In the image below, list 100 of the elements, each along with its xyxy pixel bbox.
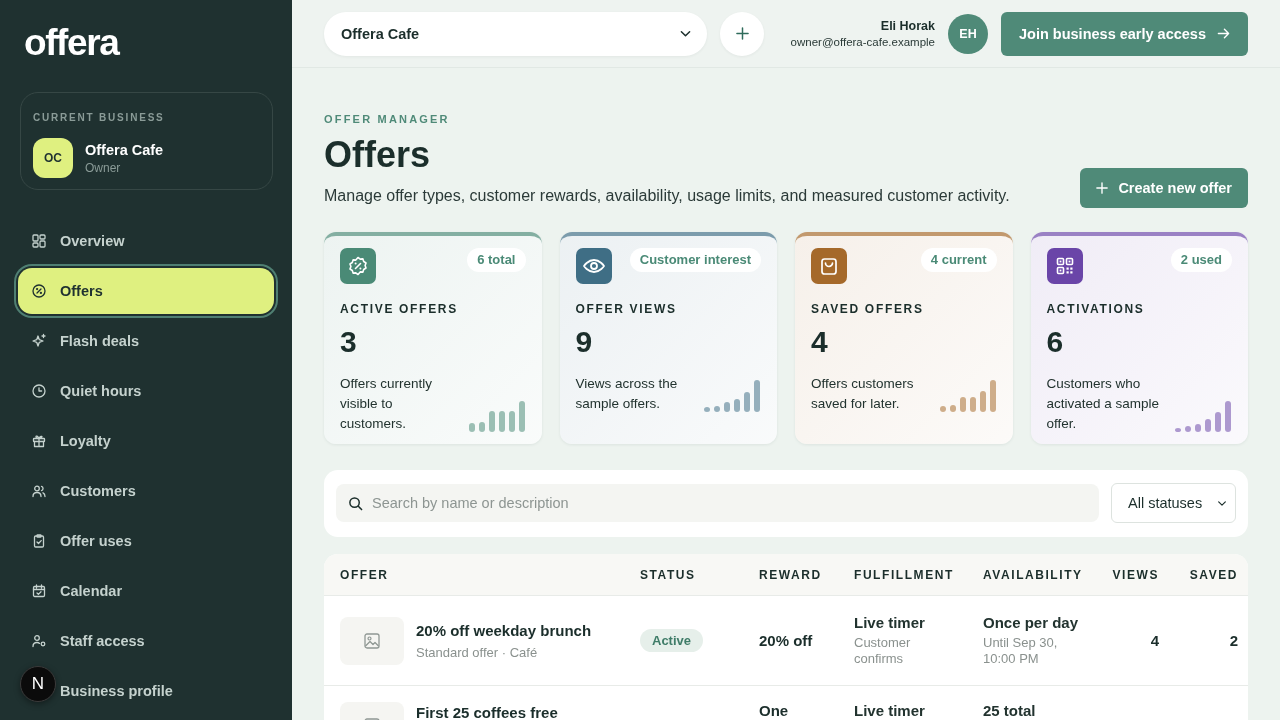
column-header: AVAILABILITY bbox=[983, 567, 1083, 582]
column-header: REWARD bbox=[759, 567, 822, 582]
fulfillment-note: Customer confirms bbox=[854, 635, 912, 667]
stat-value: 6 bbox=[1046, 326, 1064, 358]
activity-bar bbox=[1225, 401, 1231, 432]
page-title: Offers bbox=[324, 133, 431, 177]
activity-bar bbox=[724, 402, 730, 412]
plus-icon bbox=[1096, 182, 1109, 194]
stat-description: Customers who activated a sample offer. bbox=[1046, 375, 1161, 433]
stat-badge: 6 total bbox=[467, 248, 526, 272]
image-icon bbox=[363, 631, 381, 650]
stat-description: Offers currently visible to customers. bbox=[340, 375, 434, 433]
nav-item[interactable]: Calendar bbox=[18, 568, 274, 614]
activity-bar bbox=[518, 401, 525, 432]
nav-item[interactable]: Customers bbox=[18, 468, 274, 514]
business-name: Offera Cafe bbox=[85, 141, 164, 158]
reward-text: One bbox=[759, 702, 789, 719]
business-avatar: OC bbox=[33, 138, 73, 178]
column-header: STATUS bbox=[640, 567, 696, 582]
offer-title[interactable]: 20% off weekday brunch bbox=[416, 621, 592, 639]
stat-label: ACTIVE OFFERS bbox=[340, 302, 458, 316]
views-count: 4 bbox=[1150, 632, 1159, 649]
column-header: OFFER bbox=[340, 567, 389, 582]
stat-description: Offers customers saved for later. bbox=[811, 375, 915, 413]
activity-bar bbox=[468, 423, 475, 432]
nav-item[interactable]: Overview bbox=[18, 218, 274, 264]
plus-icon bbox=[735, 27, 749, 40]
chevron-down-icon bbox=[680, 29, 691, 38]
reward-text: 20% off bbox=[759, 632, 813, 649]
activity-bar bbox=[478, 422, 485, 432]
clock-icon bbox=[31, 383, 47, 399]
saved-count: 2 bbox=[1229, 632, 1238, 649]
column-header: SAVED bbox=[1189, 567, 1238, 582]
availability-note: Until Sep 30, 10:00 PM bbox=[983, 635, 1059, 667]
stat-value: 3 bbox=[340, 326, 357, 358]
activity-bar bbox=[508, 411, 515, 432]
activity-bar bbox=[939, 406, 946, 412]
activity-bar bbox=[704, 407, 710, 412]
gift-icon bbox=[31, 433, 47, 449]
stat-badge: 2 used bbox=[1170, 248, 1232, 272]
chevron-down-icon bbox=[1217, 499, 1227, 507]
activity-bar bbox=[1205, 419, 1211, 432]
activity-bar bbox=[488, 411, 495, 432]
activity-bar bbox=[1185, 426, 1191, 432]
sparkle-icon bbox=[31, 333, 47, 349]
add-business-button[interactable] bbox=[720, 11, 764, 56]
grid-icon bbox=[31, 233, 47, 249]
column-header: VIEWS bbox=[1112, 567, 1159, 582]
percent-badge-icon bbox=[31, 283, 47, 299]
fulfillment-text: Live timer bbox=[854, 702, 925, 719]
nav-item[interactable]: Quiet hours bbox=[18, 368, 274, 414]
stat-badge: Customer interest bbox=[629, 248, 761, 272]
fulfillment-text: Live timer bbox=[854, 614, 925, 631]
logo[interactable]: offera bbox=[24, 26, 119, 60]
activity-bar bbox=[744, 392, 750, 412]
activity-bar bbox=[1175, 428, 1181, 432]
activity-bar bbox=[714, 406, 720, 412]
user-name: Eli Horak bbox=[880, 19, 935, 33]
nav-item[interactable]: Staff access bbox=[18, 618, 274, 664]
stat-label: ACTIVATIONS bbox=[1046, 302, 1145, 316]
page-description: Manage offer types, customer rewards, availability, usage limits, and measured customer activity. bbox=[324, 186, 1010, 206]
calendar-check-icon bbox=[31, 583, 47, 599]
user-email: owner@offera-cafe.example bbox=[790, 36, 935, 48]
clipboard-check-icon bbox=[31, 533, 47, 549]
users-icon bbox=[31, 483, 47, 499]
activity-bar bbox=[1195, 424, 1201, 432]
user-avatar[interactable]: EH bbox=[948, 13, 988, 54]
business-role: Owner bbox=[85, 160, 121, 175]
column-header: FULFILLMENT bbox=[854, 567, 954, 582]
status-badge: Active bbox=[640, 629, 704, 652]
search-icon bbox=[348, 495, 363, 511]
activity-bar bbox=[498, 411, 505, 432]
activity-bar bbox=[989, 380, 996, 412]
search-field[interactable]: Search by name or description bbox=[336, 484, 1099, 522]
nav-item[interactable]: Flash deals bbox=[18, 318, 274, 364]
business-card-caption: CURRENT BUSINESS bbox=[33, 112, 165, 124]
stat-label: SAVED OFFERS bbox=[811, 302, 924, 316]
activity-bar bbox=[979, 391, 986, 412]
availability-text: 25 total bbox=[983, 702, 1036, 719]
stat-description: Views across the sample offers. bbox=[575, 375, 679, 413]
nav-item[interactable]: Offer uses bbox=[18, 518, 274, 564]
stat-badge: 4 current bbox=[920, 248, 997, 272]
status-filter-select[interactable]: All statuses bbox=[1111, 483, 1236, 523]
section-eyebrow: OFFER MANAGER bbox=[324, 112, 450, 126]
create-offer-button[interactable]: Create new offer bbox=[1080, 168, 1248, 208]
activity-bar bbox=[949, 405, 956, 412]
join-early-access-button[interactable]: Join business early access bbox=[1001, 11, 1248, 56]
offer-title[interactable]: First 25 coffees free bbox=[416, 704, 558, 720]
availability-text: Once per day bbox=[983, 614, 1079, 631]
person-with-circle-icon bbox=[31, 633, 47, 649]
activity-bar bbox=[969, 397, 976, 412]
business-select[interactable]: Offera Cafe bbox=[324, 11, 707, 56]
offer-subtitle: Standard offer · Café bbox=[416, 644, 538, 660]
activity-bar bbox=[734, 399, 740, 412]
activity-bar bbox=[1215, 412, 1221, 432]
activity-bar bbox=[959, 397, 966, 412]
nav-item[interactable]: Loyalty bbox=[18, 418, 274, 464]
activity-bar bbox=[754, 380, 760, 412]
stat-label: OFFER VIEWS bbox=[575, 302, 677, 316]
arrow-right-icon bbox=[1217, 27, 1230, 40]
